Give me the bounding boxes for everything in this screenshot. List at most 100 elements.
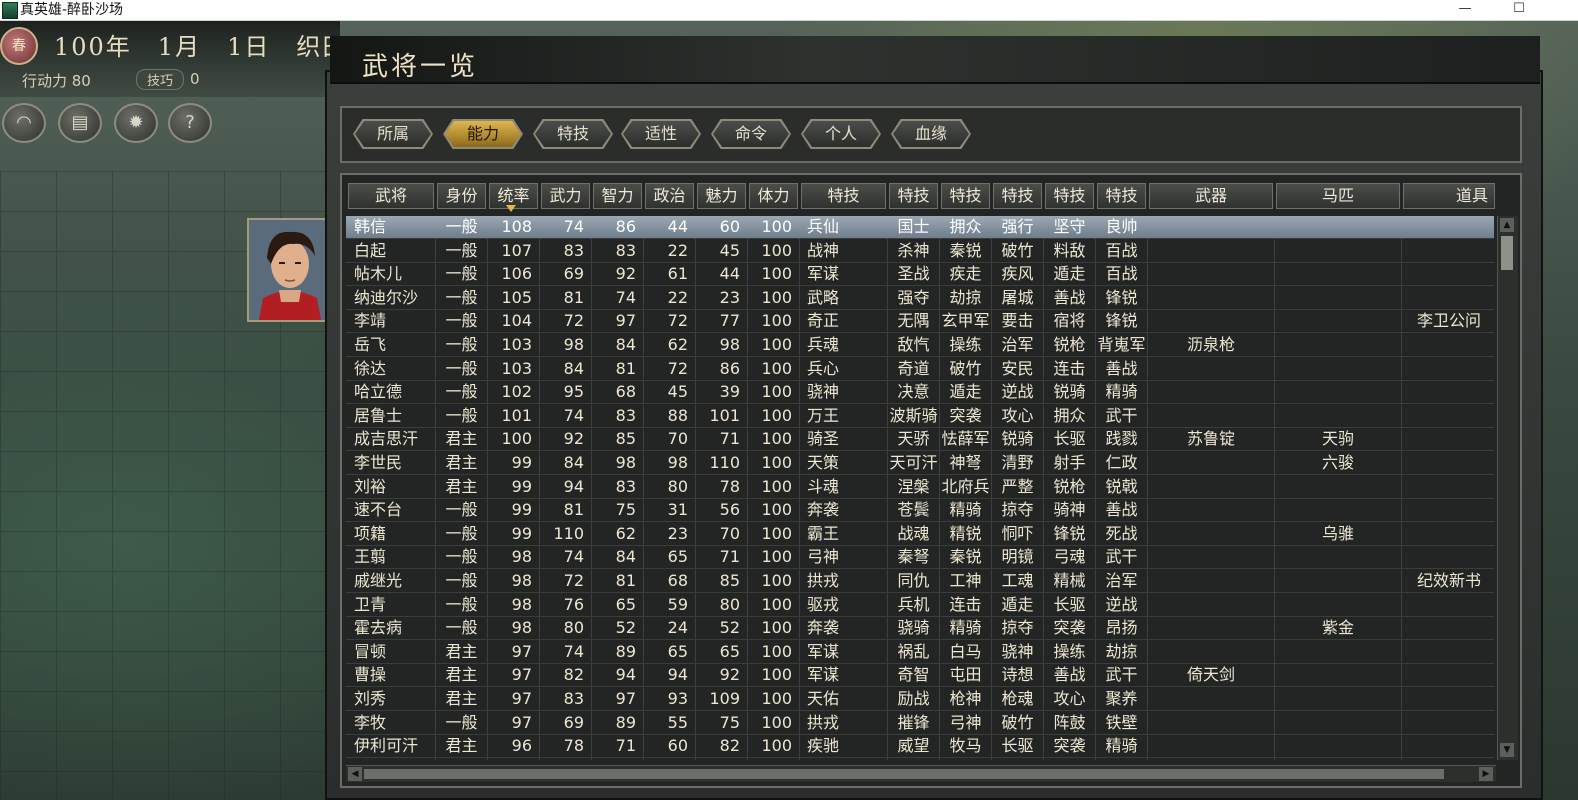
table-cell: 100 [761, 429, 792, 449]
column-header[interactable]: 体力 [749, 183, 798, 209]
table-cell: 波斯骑 [889, 405, 938, 425]
scroll-right-icon[interactable]: ▶ [1479, 767, 1493, 781]
vertical-scroll-thumb[interactable] [1501, 236, 1513, 270]
table-row[interactable]: 居鲁士 一般 101 74 83 88 101 100 万王 波斯骑 突袭 攻心 拥众 武干 [346, 405, 1494, 428]
column-header[interactable]: 智力 [593, 183, 642, 209]
table-cell [1403, 216, 1495, 238]
table-row[interactable]: 李靖 一般 104 72 97 72 77 100 奇正 无隅 玄甲军 要击 宿将 锋锐 李卫公问 [346, 310, 1494, 334]
table-row[interactable]: 成吉思汗 君主 100 92 85 70 71 100 骑圣 天骄 怯薛军 锐骑 长驱 践戮 苏鲁锭 天驹 [346, 428, 1494, 452]
table-row[interactable]: 李牧 一般 97 69 89 55 75 100 拱戎 摧锋 弓神 破竹 阵鼓 铁壁 [346, 712, 1494, 735]
table-cell: 速不台 [354, 500, 403, 520]
table-row[interactable]: 岳飞 一般 103 98 84 62 98 100 兵魂 敌忾 操练 治军 锐枪 背嵬军 沥泉枪 [346, 334, 1494, 357]
table-cell: 刘裕 [354, 476, 387, 496]
column-header[interactable]: 武器 [1149, 183, 1273, 209]
table-cell: 骑圣 [807, 429, 840, 449]
table-cell: 锋锐 [1053, 523, 1086, 543]
column-header[interactable]: 道具 [1403, 183, 1495, 209]
tab-affiliation[interactable]: 所属 [355, 121, 431, 147]
table-row[interactable]: 白起 一般 107 83 83 22 45 100 战神 杀神 秦锐 破竹 料敌 百战 [346, 240, 1494, 263]
table-cell: 刘秀 [354, 689, 387, 708]
table-row[interactable]: 伊利可汗 君主 96 78 71 60 82 100 疾驰 威望 牧马 长驱 突袭 精骑 [346, 735, 1494, 759]
column-header[interactable]: 身份 [437, 183, 486, 209]
column-header[interactable]: 魅力 [697, 183, 746, 209]
tab-ability[interactable]: 能力 [445, 121, 521, 147]
column-header[interactable]: 特技 [1045, 183, 1094, 209]
table-row[interactable]: 李世民 君主 99 84 98 98 110 100 天策 天可汗 神弩 清野 射手 仁政 六骏 [346, 452, 1494, 475]
scroll-down-icon[interactable]: ▼ [1500, 743, 1514, 757]
tab-command[interactable]: 命令 [713, 121, 789, 147]
table-cell [1403, 712, 1495, 734]
table-row[interactable]: 哈立德 一般 102 95 68 45 39 100 骁神 决意 遁走 逆战 锐骑 精骑 [346, 381, 1494, 405]
table-cell: 苍鬓 [897, 500, 930, 520]
tab-personal[interactable]: 个人 [803, 121, 879, 147]
column-header[interactable]: 马匹 [1276, 183, 1400, 209]
table-cell: 紫金 [1321, 618, 1354, 638]
tab-lineage[interactable]: 血缘 [893, 121, 969, 147]
table-cell: 23 [667, 523, 688, 543]
table-cell: 治军 [1105, 571, 1138, 590]
table-cell: 倚天剑 [1186, 665, 1235, 685]
table-cell: 一般 [445, 523, 478, 543]
general-portrait[interactable] [247, 218, 333, 322]
column-header[interactable]: 特技 [1097, 183, 1146, 209]
table-cell: 65 [667, 641, 688, 661]
table-cell: 78 [563, 736, 584, 756]
table-cell: 一般 [445, 311, 478, 331]
column-header[interactable]: 特技 [801, 183, 886, 209]
table-cell: 祸乱 [897, 641, 930, 661]
table-row[interactable]: 纳迪尔沙 一般 105 81 74 22 23 100 武略 强夺 劫掠 屠城 善战 锋锐 [346, 287, 1494, 310]
horizontal-scroll-thumb[interactable] [364, 769, 1444, 779]
table-row[interactable]: 冒顿 君主 97 74 89 65 65 100 军谋 祸乱 白马 骁神 操练 劫掠 [346, 641, 1494, 664]
gear-icon[interactable]: ✹ [114, 103, 158, 143]
table-cell: 驱戎 [807, 594, 840, 614]
column-header[interactable]: 特技 [889, 183, 938, 209]
column-header[interactable]: 政治 [645, 183, 694, 209]
horizontal-scrollbar[interactable]: ◀ ▶ [346, 765, 1496, 782]
table-row[interactable]: 刘裕 君主 99 94 83 80 78 100 斗魂 涅槃 北府兵 严整 锐枪 锐戟 [346, 476, 1494, 499]
table-cell: 骁骑 [897, 618, 930, 638]
table-cell: 97 [615, 689, 636, 708]
top-hud: 春 100年 1月 1日 织田 行动力 80 技巧 0 [0, 21, 340, 97]
table-row[interactable]: 刘秀 君主 97 83 97 93 109 100 天佑 励战 枪神 枪魂 攻心 聚养 [346, 688, 1494, 711]
table-row[interactable]: 韩信 一般 108 74 86 44 60 100 兵仙 国士 拥众 强行 坚守 良帅 [346, 216, 1494, 239]
maximize-button[interactable]: ☐ [1496, 0, 1542, 20]
table-cell: 长驱 [1053, 594, 1086, 614]
column-header[interactable]: 特技 [941, 183, 990, 209]
map-icon[interactable]: ◠ [2, 103, 46, 143]
tab-aptitude[interactable]: 适性 [623, 121, 699, 147]
table-cell: 操练 [949, 335, 982, 354]
table-row[interactable]: 卫青 一般 98 76 65 59 80 100 驱戎 兵机 连击 遁走 长驱 逆战 [346, 594, 1494, 617]
table-row[interactable]: 速不台 一般 99 81 75 31 56 100 奔袭 苍鬓 精骑 掠夺 骑神 善战 [346, 499, 1494, 523]
table-row[interactable]: 曹操 君主 97 82 94 94 92 100 军谋 奇智 屯田 诗想 善战 武干 倚天剑 [346, 664, 1494, 688]
table-cell: 72 [667, 358, 688, 378]
scroll-up-icon[interactable]: ▲ [1500, 218, 1514, 232]
table-cell: 奇道 [897, 358, 930, 378]
column-header[interactable]: 特技 [993, 183, 1042, 209]
table-row[interactable]: 徐达 一般 103 84 81 72 86 100 兵心 奇道 破竹 安民 连击 善战 [346, 358, 1494, 381]
column-header[interactable]: 武将 [348, 183, 434, 209]
vertical-scrollbar[interactable]: ▲ ▼ [1497, 216, 1518, 760]
table-cell: 88 [667, 405, 688, 425]
table-row[interactable]: 项籍 一般 99 110 62 23 70 100 霸王 战魂 精锐 恫吓 锋锐 死战 乌骓 [346, 523, 1494, 546]
table-cell: 76 [563, 594, 584, 614]
table-cell [1403, 334, 1495, 356]
tab-special-skill[interactable]: 特技 [535, 121, 611, 147]
table-cell: 83 [615, 405, 636, 425]
table-cell: 107 [501, 240, 532, 260]
table-cell [1149, 287, 1273, 309]
table-row[interactable]: 戚继光 一般 98 72 81 68 85 100 拱戎 同仇 工神 工魂 精械 治军 纪效新书 [346, 570, 1494, 593]
table-row[interactable]: 王翦 一般 98 74 84 65 71 100 弓神 秦弩 秦锐 明镜 弓魂 武干 [346, 546, 1494, 570]
help-icon[interactable]: ? [168, 103, 212, 143]
table-cell: 李世民 [354, 453, 403, 472]
column-header[interactable]: 武力 [541, 183, 590, 209]
table-row[interactable]: 霍去病 一般 98 80 52 24 52 100 奔袭 骁骑 精骑 掠夺 突袭 昂扬 紫金 [346, 617, 1495, 641]
table-cell: 决意 [897, 382, 930, 402]
table-row[interactable]: 帖木儿 一般 106 69 92 61 44 100 军谋 圣战 疾走 疾风 遁走 百战 [346, 263, 1494, 287]
table-cell: 101 [501, 405, 532, 425]
scroll-left-icon[interactable]: ◀ [348, 767, 362, 781]
minimize-button[interactable]: — [1442, 0, 1488, 20]
table-cell: 善战 [1053, 665, 1086, 685]
table-cell: 善战 [1053, 287, 1086, 307]
table-cell [1403, 617, 1495, 639]
window-icon[interactable]: ▤ [58, 103, 102, 143]
